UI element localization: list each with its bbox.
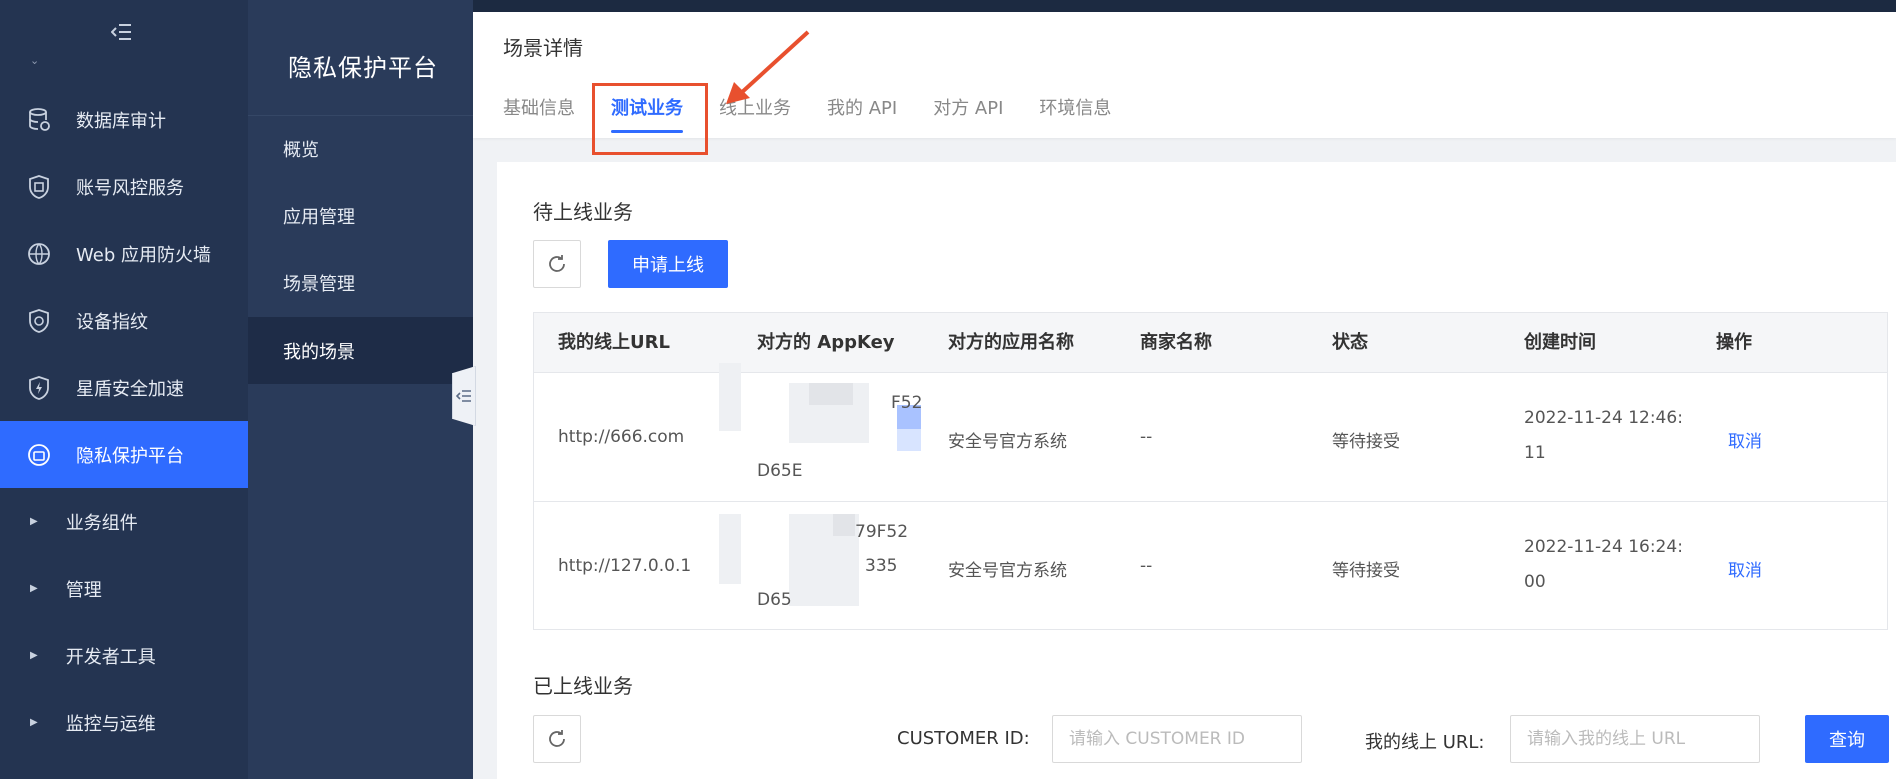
caret-right-icon: ▶ [30, 583, 38, 594]
shield-account-icon [24, 172, 54, 202]
cell-appkey-line2: 335 [865, 556, 898, 576]
cell-appkey-line1: 79F52 [855, 522, 909, 542]
nav-item-label: 星盾安全加速 [76, 378, 184, 400]
refresh-icon [549, 255, 565, 272]
column-header: 操作 [1716, 332, 1752, 353]
subnav-collapse-handle[interactable] [452, 366, 476, 426]
redaction-block [719, 363, 741, 431]
content-card: 待上线业务 申请上线 我的线上URL 对方的 AppKey 对方的应用名称 商家… [497, 162, 1896, 779]
online-refresh-button[interactable] [533, 715, 581, 763]
fingerprint-icon [24, 306, 54, 336]
customer-id-label: CUSTOMER ID: [897, 728, 1030, 749]
created-line2: 11 [1524, 443, 1546, 463]
tab-environment-info[interactable]: 环境信息 [1039, 94, 1111, 138]
cell-appkey-line1: F52 [891, 393, 923, 413]
created-line1: 2022-11-24 12:46: [1524, 408, 1683, 428]
pending-section-title: 待上线业务 [533, 200, 633, 224]
chevron-down-icon: ⌄ [30, 54, 40, 67]
subnav-item-my-scenes[interactable]: 我的场景 [248, 317, 473, 384]
nav-group-business-components[interactable]: ▶ 业务组件 [0, 488, 248, 555]
subnav-item-scene-management[interactable]: 场景管理 [248, 249, 473, 316]
nav-item-star-shield[interactable]: 星盾安全加速 [0, 354, 248, 421]
nav-item-label: 账号风控服务 [76, 177, 184, 199]
subnav-item-app-management[interactable]: 应用管理 [248, 182, 473, 249]
privacy-icon [24, 440, 54, 470]
nav-group-label: 监控与运维 [65, 713, 156, 735]
cell-status: 等待接受 [1332, 561, 1400, 581]
online-section-title: 已上线业务 [533, 674, 633, 698]
nav-group-monitoring[interactable]: ▶ 监控与运维 [0, 689, 248, 756]
nav-item-privacy-platform[interactable]: 隐私保护平台 [0, 421, 248, 488]
cell-url: http://666.com [558, 427, 685, 447]
nav-item-waf[interactable]: Web 应用防火墙 [0, 220, 248, 287]
cell-app-name: 安全号官方系统 [948, 432, 1067, 452]
cell-url: http://127.0.0.1 [558, 556, 692, 576]
query-button[interactable]: 查询 [1805, 715, 1889, 763]
cell-status: 等待接受 [1332, 432, 1400, 452]
cell-created-time: 2022-11-24 16:24: 00 [1524, 530, 1683, 600]
nav-item-label: Web 应用防火墙 [76, 244, 211, 266]
nav-group-label: 开发者工具 [65, 646, 156, 668]
table-row: http://127.0.0.1 79F52 335 D65 安全号官方系统 -… [534, 502, 1887, 631]
caret-right-icon: ▶ [30, 717, 38, 728]
annotation-arrow-icon [726, 30, 810, 104]
cell-app-name: 安全号官方系统 [948, 561, 1067, 581]
cell-merchant: -- [1140, 427, 1153, 447]
nav-item-account-risk[interactable]: 账号风控服务 [0, 153, 248, 220]
online-url-input[interactable] [1510, 715, 1760, 763]
page-title: 场景详情 [503, 36, 583, 60]
column-header: 对方的 AppKey [757, 332, 895, 353]
nav-group-management[interactable]: ▶ 管理 [0, 555, 248, 622]
nav-item-device-fingerprint[interactable]: 设备指纹 [0, 287, 248, 354]
nav-group-label: 业务组件 [65, 512, 138, 534]
redaction-block [719, 514, 741, 584]
column-header: 商家名称 [1140, 332, 1212, 353]
refresh-icon [549, 730, 565, 747]
collapse-icon [456, 390, 471, 402]
cell-merchant: -- [1140, 556, 1153, 576]
redaction-block [833, 514, 855, 536]
caret-right-icon: ▶ [30, 516, 38, 527]
subnav-item-overview[interactable]: 概览 [248, 115, 473, 182]
cancel-link[interactable]: 取消 [1728, 427, 1762, 452]
column-header: 状态 [1332, 332, 1368, 353]
nav-group-label: 管理 [65, 579, 102, 601]
nav-item-database-audit[interactable]: 数据库审计 [0, 86, 248, 153]
firewall-icon [24, 239, 54, 269]
subnav-title: 隐私保护平台 [288, 54, 438, 82]
tab-my-api[interactable]: 我的 API [827, 94, 897, 138]
column-header: 对方的应用名称 [948, 332, 1074, 353]
cell-appkey-line3: D65 [757, 590, 792, 610]
column-header: 创建时间 [1524, 332, 1596, 353]
created-line1: 2022-11-24 16:24: [1524, 537, 1683, 557]
tab-basic-info[interactable]: 基础信息 [503, 94, 575, 138]
table-row: http://666.com F52 D65E 安全号官方系统 -- 等待接受 … [534, 363, 1887, 502]
refresh-button[interactable] [533, 240, 581, 288]
tab-peer-api[interactable]: 对方 API [933, 94, 1003, 138]
cancel-link[interactable]: 取消 [1728, 556, 1762, 581]
cell-appkey-line2: D65E [757, 461, 803, 481]
column-header: 我的线上URL [558, 332, 670, 353]
redaction-block [809, 383, 853, 405]
cell-created-time: 2022-11-24 12:46: 11 [1524, 401, 1683, 471]
nav-item-label: 设备指纹 [76, 311, 148, 333]
apply-online-button[interactable]: 申请上线 [608, 240, 728, 288]
nav-item-label: 数据库审计 [76, 110, 166, 132]
nav-item-label: 隐私保护平台 [76, 445, 184, 467]
online-url-label: 我的线上 URL: [1365, 732, 1485, 753]
created-line2: 00 [1524, 572, 1546, 592]
database-icon [24, 105, 54, 135]
customer-id-input[interactable] [1052, 715, 1302, 763]
annotation-highlight-box [592, 83, 708, 155]
redaction-block [897, 429, 921, 451]
nav-group-developer-tools[interactable]: ▶ 开发者工具 [0, 622, 248, 689]
left-nav: ⌄ 数据库审计 账号风控服务 Web 应用防火墙 设备指纹 星盾安全加速 隐私保 [0, 0, 248, 779]
sub-nav: 隐私保护平台 概览 应用管理 场景管理 我的场景 [248, 0, 473, 779]
lightning-shield-icon [24, 373, 54, 403]
caret-right-icon: ▶ [30, 650, 38, 661]
collapse-menu-icon[interactable] [110, 22, 134, 46]
pending-table: 我的线上URL 对方的 AppKey 对方的应用名称 商家名称 状态 创建时间 … [533, 312, 1888, 630]
